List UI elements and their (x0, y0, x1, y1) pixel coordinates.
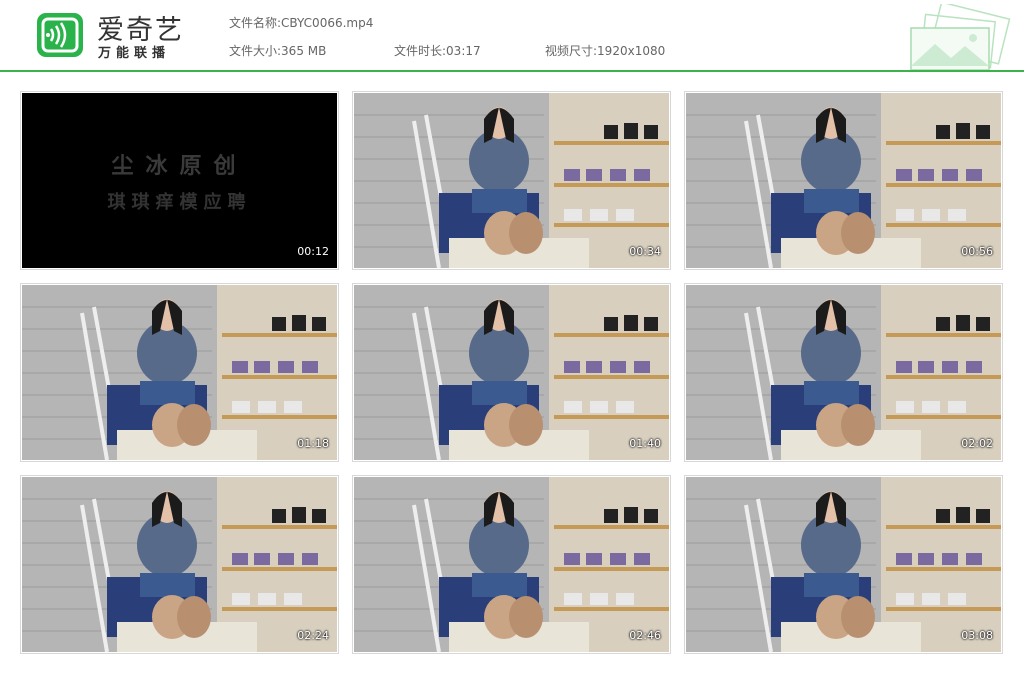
thumbnail-frame: 03:08 (686, 477, 1001, 652)
video-thumbnail[interactable]: 02:46 (352, 475, 671, 654)
title-card-line-1: 尘冰原创 (111, 153, 248, 179)
title-card-line-2: 琪琪痒模应聘 (107, 192, 252, 213)
video-thumbnail[interactable]: 01:18 (20, 283, 339, 462)
file-name-label: 文件名称: (229, 16, 282, 30)
thumbnail-frame: 00:56 (686, 93, 1001, 268)
brand-slogan: 万能联播 (98, 46, 171, 61)
thumbnail-frame: 02:46 (354, 477, 669, 652)
thumbnail-timestamp: 01:18 (297, 437, 329, 450)
file-resolution-value: 1920x1080 (597, 44, 666, 58)
file-resolution-label: 视频尺寸: (545, 44, 598, 58)
thumbnail-timestamp: 00:34 (629, 245, 661, 258)
file-name-value: CBYC0066.mp4 (281, 16, 374, 30)
thumbnail-frame: 00:34 (354, 93, 669, 268)
file-duration: 文件时长:03:17 (394, 42, 481, 59)
file-name: 文件名称:CBYC0066.mp4 (229, 14, 373, 31)
video-thumbnail[interactable]: 02:24 (20, 475, 339, 654)
file-duration-value: 03:17 (446, 44, 481, 58)
thumbnail-frame: 02:02 (686, 285, 1001, 460)
file-size-label: 文件大小: (229, 44, 282, 58)
video-thumbnail[interactable]: 00:56 (684, 91, 1003, 270)
thumbnail-frame: 尘冰原创琪琪痒模应聘 00:12 (22, 93, 337, 268)
thumbnail-timestamp: 00:12 (297, 245, 329, 258)
file-resolution: 视频尺寸:1920x1080 (545, 42, 665, 59)
file-size: 文件大小:365 MB (229, 42, 326, 59)
photo-stack-icon (910, 4, 1011, 70)
video-thumbnail[interactable]: 03:08 (684, 475, 1003, 654)
thumbnail-frame: 01:40 (354, 285, 669, 460)
thumbnail-timestamp: 00:56 (961, 245, 993, 258)
video-thumbnail[interactable]: 00:34 (352, 91, 671, 270)
iqiyi-logo-icon (37, 13, 83, 57)
header-divider (0, 70, 1024, 72)
thumbnail-frame: 01:18 (22, 285, 337, 460)
thumbnail-timestamp: 02:02 (961, 437, 993, 450)
header: 爱奇艺 万能联播 文件名称:CBYC0066.mp4 文件大小:365 MB 文… (0, 0, 1024, 71)
thumbnail-timestamp: 02:46 (629, 629, 661, 642)
thumbnail-timestamp: 01:40 (629, 437, 661, 450)
file-duration-label: 文件时长: (394, 44, 447, 58)
thumbnail-frame: 02:24 (22, 477, 337, 652)
video-thumbnail[interactable]: 01:40 (352, 283, 671, 462)
video-thumbnail[interactable]: 02:02 (684, 283, 1003, 462)
thumbnail-timestamp: 02:24 (297, 629, 329, 642)
thumbnail-grid: 尘冰原创 琪琪痒模应聘 00:12 00:34 00:56 01:18 01:4… (20, 91, 1004, 656)
file-size-value: 365 MB (281, 44, 327, 58)
thumbnail-timestamp: 03:08 (961, 629, 993, 642)
video-thumbnail[interactable]: 尘冰原创琪琪痒模应聘 00:12 (20, 91, 339, 270)
